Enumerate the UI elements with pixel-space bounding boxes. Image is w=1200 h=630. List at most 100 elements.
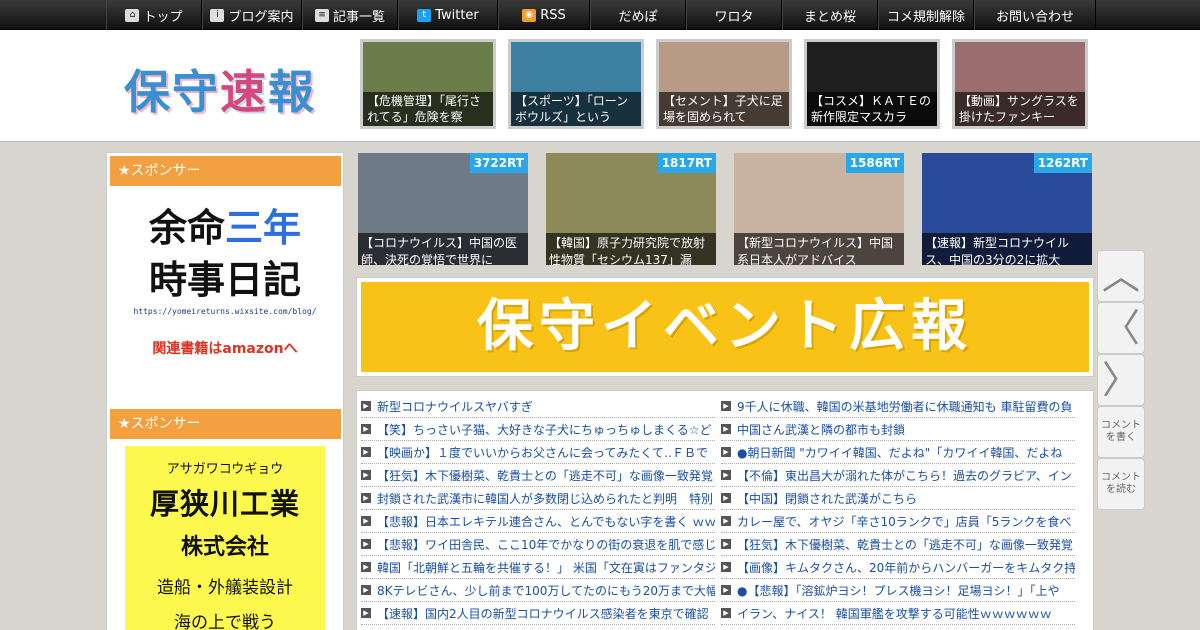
popular-articles: 3722RT 【コロナウイルス】中国の医師、決死の覚悟で世界に 1817RT 【韓国】… [358,153,1098,265]
article-link[interactable]: 8Kテレビさん、少し前まで100万してたのにもう20万まで大幅値 [377,582,715,599]
nav-item-1[interactable]: i ブログ案内 [202,0,302,30]
tile-caption: 【新型コロナウイルス】中国系日本人がアドバイス [734,233,904,265]
article-link[interactable]: 【中国】閉鎖された武漢がこちら [737,490,917,507]
list-item[interactable]: ▶ 新型コロナウイルスヤバすぎ [361,395,715,418]
article-link[interactable]: カレー屋で、オヤジ「辛さ10ランクで」店員「5ランクを食べ [737,513,1071,530]
article-link[interactable]: 【悲報】ワイ田舎民、ここ10年でかなりの街の衰退を肌で感じ [377,536,715,553]
article-list-left: ▶ 新型コロナウイルスヤバすぎ ▶ 【笑】ちっさい子猫、大好きな子犬にちゅっちゅしまく… [361,395,715,625]
nav-label: コメ規制解除 [886,9,965,25]
list-item[interactable]: ▶ 9千人に休職、韓国の米基地労働者に休職通知も 車駐留費の負 [721,395,1075,418]
list-item[interactable]: ▶ 【悲報】日本エレキテル連合さん、とんでもない字を書く ｗｗ [361,510,715,533]
article-link[interactable]: 中国さん武漢と隣の都市も封鎖 [737,421,905,438]
header-thumbnail[interactable]: 【スポーツ】「ローンボウルズ」という [508,39,644,129]
article-link[interactable]: 【笑】ちっさい子猫、大好きな子犬にちゅっちゅしまくる☆ど [377,421,712,438]
nav-item-0[interactable]: ⌂ トップ [106,0,202,30]
list-item[interactable]: ▶ 【画像】キムタクさん、20年前からハンバーガーをキムタク持 [721,556,1075,579]
list-item[interactable]: ▶ 【映画か】１度でいいからお父さんに会ってみたくて‥ＦＢで [361,441,715,464]
list-item[interactable]: ▶ 【不倫】東出昌大が溺れた体がこちら！過去のグラビア、イン [721,464,1075,487]
event-banner[interactable]: 保守イベント広報 [356,277,1094,377]
logo-char: 保 [124,65,172,119]
popular-article-tile[interactable]: 1262RT 【速報】新型コロナウイルス、中国の3分の2に拡大 [922,153,1092,265]
header-thumbnail[interactable]: 【コスメ】ＫＡＴＥの新作限定マスカラ [804,39,940,129]
nav-item-7[interactable]: まとめ桜 [782,0,878,30]
ad-description: 造船・外艤装設計 [157,578,293,598]
article-link[interactable]: ●朝日新聞 "カワイイ韓国、だよね"「カワイイ韓国、だよね [737,444,1062,461]
arrow-icon: ▶ [361,585,371,595]
chevron-left-button[interactable]: 〈 [1097,302,1145,354]
ad-url: https://yomeireturns.wixsite.com/blog/ [133,307,317,316]
list-item[interactable]: ▶ 中国さん武漢と隣の都市も封鎖 [721,418,1075,441]
header-thumbnail[interactable]: 【セメント】子犬に足場を固められて [656,39,792,129]
list-item[interactable]: ▶ 【狂気】木下優樹菜、乾貴士との「逃走不可」な画像一致発覚 [721,533,1075,556]
read-comment-button[interactable]: コメントを読む [1097,458,1145,510]
ad-company-name: 厚狭川工業 [149,487,300,521]
popular-article-tile[interactable]: 1586RT 【新型コロナウイルス】中国系日本人がアドバイス [734,153,904,265]
nav-item-9[interactable]: お問い合わせ [974,0,1096,30]
nav-item-3[interactable]: t Twitter [398,0,498,30]
list-item[interactable]: ▶ 【悲報】ワイ田舎民、ここ10年でかなりの街の衰退を肌で感じ [361,533,715,556]
article-link[interactable]: 【狂気】木下優樹菜、乾貴士との「逃走不可」な画像一致発覚 [737,536,1073,553]
arrow-icon: ▶ [361,424,371,434]
nav-item-5[interactable]: だめぽ [590,0,686,30]
article-link[interactable]: 新型コロナウイルスヤバすぎ [377,398,533,415]
arrow-icon: ▶ [721,401,731,411]
ad-title-part-blue: 三年 [225,206,302,250]
list-item[interactable]: ▶ カレー屋で、オヤジ「辛さ10ランクで」店員「5ランクを食べ [721,510,1075,533]
list-item[interactable]: ▶ ●朝日新聞 "カワイイ韓国、だよね"「カワイイ韓国、だよね [721,441,1075,464]
nav-item-4[interactable]: ◉ RSS [498,0,590,30]
nav-label: まとめ桜 [803,9,856,25]
article-link[interactable]: 9千人に休職、韓国の米基地労働者に休職通知も 車駐留費の負 [737,398,1072,415]
nav-item-8[interactable]: コメ規制解除 [878,0,974,30]
top-nav: ⌂ トップ i ブログ案内 ≡ 記事一覧 t Twitter ◉ RSS だめぽ ワロタ まとめ桜 コメ規… [0,0,1200,30]
article-link[interactable]: 【狂気】木下優樹菜、乾貴士との「逃走不可」な画像一致発覚 [377,467,713,484]
list-item[interactable]: ▶ 【中国】閉鎖された武漢がこちら [721,487,1075,510]
list-item[interactable]: ▶ 【速報】国内2人目の新型コロナウイルス感染者を東京で確認 [361,602,715,625]
popular-article-tile[interactable]: 3722RT 【コロナウイルス】中国の医師、決死の覚悟で世界に [358,153,528,265]
popular-article-tile[interactable]: 1817RT 【韓国】原子力研究院で放射性物質「セシウム137」漏 [546,153,716,265]
header-thumbnail[interactable]: 【危機管理】「尾行されてる」危険を察 [360,39,496,129]
nav-label: トップ [143,9,183,25]
arrow-icon: ▶ [721,608,731,618]
write-comment-button[interactable]: コメントを書く [1097,406,1145,458]
site-logo[interactable]: 保守速報 [124,56,324,119]
sponsor-ad-asagawa[interactable]: アサガワコウギョウ 厚狭川工業 株式会社 造船・外艤装設計 海の上で戦う [125,446,325,630]
article-link[interactable]: 【画像】キムタクさん、20年前からハンバーガーをキムタク持 [737,559,1075,576]
list-item[interactable]: ▶ 韓国「北朝鮮と五輪を共催する！」 米国「文在寅はファンタジ [361,556,715,579]
article-link[interactable]: 封鎖された武漢市に韓国人が多数閉じ込められたと判明 特別 [377,490,713,507]
retweet-count-badge: 1817RT [657,153,716,173]
article-link[interactable]: 【不倫】東出昌大が溺れた体がこちら！過去のグラビア、イン [737,467,1072,484]
arrow-icon: ▶ [361,493,371,503]
list-icon: ≡ [314,8,329,22]
list-item[interactable]: ▶ イラン、ナイス！ 韓国軍艦を攻撃する可能性ｗｗｗｗｗｗ [721,602,1075,625]
list-item[interactable]: ▶ 【笑】ちっさい子猫、大好きな子犬にちゅっちゅしまくる☆ど [361,418,715,441]
tile-caption: 【コロナウイルス】中国の医師、決死の覚悟で世界に [358,233,528,265]
article-link[interactable]: ●【悲報】「溶鉱炉ヨシ！プレス機ヨシ！足場ヨシ！」「上や [737,582,1059,599]
list-item[interactable]: ▶ 8Kテレビさん、少し前まで100万してたのにもう20万まで大幅値 [361,579,715,602]
article-link[interactable]: イラン、ナイス！ 韓国軍艦を攻撃する可能性ｗｗｗｗｗｗ [737,605,1052,622]
nav-item-6[interactable]: ワロタ [686,0,782,30]
chevron-up-button[interactable]: ︿ [1097,250,1145,302]
article-link[interactable]: 【悲報】日本エレキテル連合さん、とんでもない字を書く ｗｗ [377,513,715,530]
nav-label: だめぽ [618,9,658,25]
article-link[interactable]: 【速報】国内2人目の新型コロナウイルス感染者を東京で確認 [377,605,709,622]
ad-kana: アサガワコウギョウ [166,462,284,477]
list-item[interactable]: ▶ ●【悲報】「溶鉱炉ヨシ！プレス機ヨシ！足場ヨシ！」「上や [721,579,1075,602]
tool-label: コメントを書く [1101,420,1141,443]
arrow-icon: ▶ [721,585,731,595]
nav-item-2[interactable]: ≡ 記事一覧 [302,0,398,30]
list-item[interactable]: ▶ 【狂気】木下優樹菜、乾貴士との「逃走不可」な画像一致発覚 [361,464,715,487]
arrow-icon: ▶ [361,516,371,526]
chevron-right-button[interactable]: 〉 [1097,354,1145,406]
nav-label: 記事一覧 [332,9,385,25]
article-link[interactable]: 韓国「北朝鮮と五輪を共催する！」 米国「文在寅はファンタジ [377,559,715,576]
list-item[interactable]: ▶ 封鎖された武漢市に韓国人が多数閉じ込められたと判明 特別 [361,487,715,510]
home-icon: ⌂ [125,8,140,22]
arrow-icon: ▶ [721,493,731,503]
arrow-icon: ▶ [361,401,371,411]
article-link[interactable]: 【映画か】１度でいいからお父さんに会ってみたくて‥ＦＢで [377,444,708,461]
sponsor-ad-yomei[interactable]: 余命三年 時事日記 https://yomeireturns.wixsite.c… [125,201,325,376]
arrow-icon: ▶ [721,470,731,480]
tile-caption: 【韓国】原子力研究院で放射性物質「セシウム137」漏 [546,233,716,265]
header-thumbnail[interactable]: 【動画】サングラスを掛けたファンキー [952,39,1088,129]
amazon-link[interactable]: 関連書籍はamazonへ [125,338,325,358]
